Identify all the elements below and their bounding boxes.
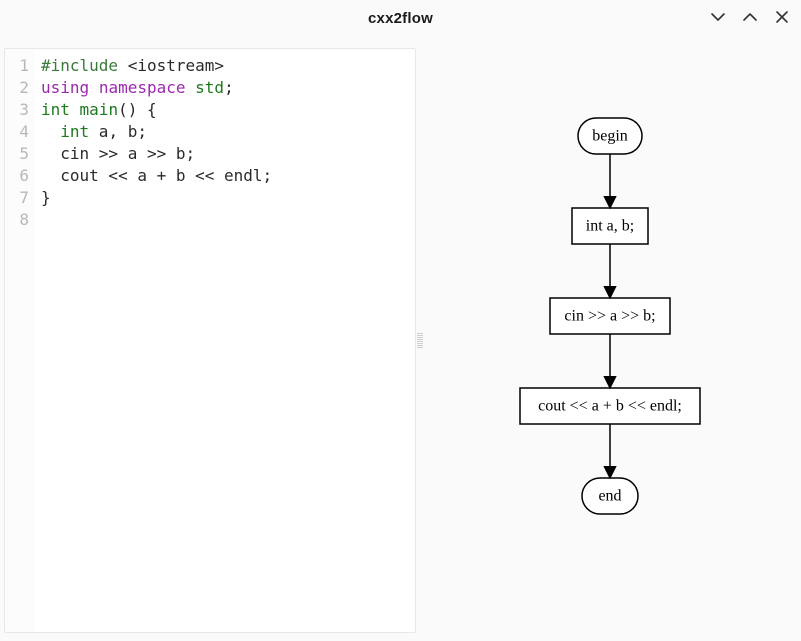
code-line: using namespace std; xyxy=(41,77,407,99)
content-area: 12345678 #include <iostream>using namesp… xyxy=(0,38,801,641)
window-title: cxx2flow xyxy=(368,10,433,27)
line-number-gutter: 12345678 xyxy=(5,49,35,632)
code-line xyxy=(41,209,407,231)
grip-icon xyxy=(417,326,423,356)
close-icon[interactable] xyxy=(773,8,791,26)
flow-label-end: end xyxy=(598,488,621,505)
line-number: 1 xyxy=(5,55,29,77)
line-number: 4 xyxy=(5,121,29,143)
code-line: cin >> a >> b; xyxy=(41,143,407,165)
code-line: } xyxy=(41,187,407,209)
line-number: 7 xyxy=(5,187,29,209)
flow-label-begin: begin xyxy=(592,128,628,145)
maximize-icon[interactable] xyxy=(741,8,759,26)
flowchart: begin int a, b; cin >> a >> b; cout << a + … xyxy=(460,88,760,568)
line-number: 3 xyxy=(5,99,29,121)
line-number: 5 xyxy=(5,143,29,165)
splitter-handle[interactable] xyxy=(416,48,424,633)
code-editor[interactable]: 12345678 #include <iostream>using namesp… xyxy=(4,48,416,633)
code-line: int main() { xyxy=(41,99,407,121)
flow-label-cin: cin >> a >> b; xyxy=(564,308,655,325)
code-line: cout << a + b << endl; xyxy=(41,165,407,187)
code-line: int a, b; xyxy=(41,121,407,143)
line-number: 6 xyxy=(5,165,29,187)
flow-label-decl: int a, b; xyxy=(585,218,633,235)
line-number: 2 xyxy=(5,77,29,99)
line-number: 8 xyxy=(5,209,29,231)
code-line: #include <iostream> xyxy=(41,55,407,77)
titlebar: cxx2flow xyxy=(0,0,801,38)
minimize-icon[interactable] xyxy=(709,8,727,26)
app-window: cxx2flow 12345678 #include <iostream>usi… xyxy=(0,0,801,641)
window-controls xyxy=(709,8,791,26)
flowchart-pane: begin int a, b; cin >> a >> b; cout << a + … xyxy=(424,48,795,633)
flow-label-cout: cout << a + b << endl; xyxy=(538,398,682,415)
code-text[interactable]: #include <iostream>using namespace std;i… xyxy=(35,49,415,632)
